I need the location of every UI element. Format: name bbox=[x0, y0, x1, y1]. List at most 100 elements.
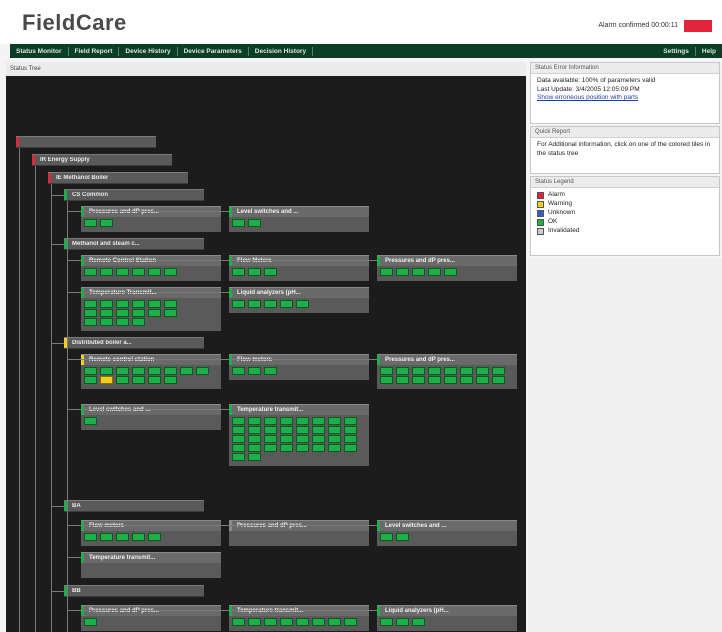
device-status-tile[interactable] bbox=[380, 376, 393, 384]
device-status-tile[interactable] bbox=[232, 426, 245, 434]
device-status-tile[interactable] bbox=[444, 367, 457, 375]
device-status-tile[interactable] bbox=[164, 367, 177, 375]
device-status-tile[interactable] bbox=[412, 268, 425, 276]
device-status-tile[interactable] bbox=[148, 300, 161, 308]
device-status-tile[interactable] bbox=[444, 376, 457, 384]
device-status-tile[interactable] bbox=[296, 426, 309, 434]
device-status-tile[interactable] bbox=[328, 435, 341, 443]
device-status-tile[interactable] bbox=[100, 219, 113, 227]
device-group-header[interactable]: Pressures and dP pres... bbox=[377, 354, 517, 365]
device-status-tile[interactable] bbox=[396, 376, 409, 384]
device-status-tile[interactable] bbox=[100, 367, 113, 375]
device-status-tile[interactable] bbox=[328, 417, 341, 425]
device-status-tile[interactable] bbox=[116, 309, 129, 317]
device-status-tile[interactable] bbox=[232, 300, 245, 308]
device-status-tile[interactable] bbox=[264, 417, 277, 425]
device-status-tile[interactable] bbox=[132, 309, 145, 317]
device-status-tile[interactable] bbox=[328, 444, 341, 452]
device-group-box[interactable]: Temperature transmit... bbox=[81, 552, 221, 578]
device-status-tile[interactable] bbox=[132, 300, 145, 308]
device-group-box[interactable]: Pressures and dP pres... bbox=[81, 206, 221, 232]
device-status-tile[interactable] bbox=[412, 376, 425, 384]
device-status-tile[interactable] bbox=[164, 376, 177, 384]
device-group-box[interactable]: Temperature Transmit... bbox=[81, 287, 221, 331]
tree-node[interactable]: CS Common bbox=[64, 189, 204, 201]
device-status-tile[interactable] bbox=[84, 618, 97, 626]
device-status-tile[interactable] bbox=[164, 300, 177, 308]
device-group-header[interactable]: Temperature transmit... bbox=[81, 552, 221, 563]
device-status-tile[interactable] bbox=[100, 268, 113, 276]
device-status-tile[interactable] bbox=[84, 376, 97, 384]
device-status-tile[interactable] bbox=[132, 367, 145, 375]
device-status-tile[interactable] bbox=[280, 444, 293, 452]
device-group-box[interactable]: Flow meters bbox=[81, 520, 221, 546]
device-status-tile[interactable] bbox=[296, 300, 309, 308]
device-status-tile[interactable] bbox=[132, 376, 145, 384]
device-group-box[interactable]: Liquid analyzers (pH... bbox=[377, 605, 517, 631]
device-status-tile[interactable] bbox=[248, 426, 261, 434]
device-status-tile[interactable] bbox=[116, 376, 129, 384]
nav-field-report[interactable]: Field Report bbox=[69, 46, 120, 56]
device-status-tile[interactable] bbox=[132, 533, 145, 541]
tree-node[interactable]: Distributed boiler a... bbox=[64, 337, 204, 349]
device-status-tile[interactable] bbox=[232, 367, 245, 375]
tree-node[interactable]: BB bbox=[64, 585, 204, 597]
device-status-tile[interactable] bbox=[248, 453, 261, 461]
device-status-tile[interactable] bbox=[84, 300, 97, 308]
device-status-tile[interactable] bbox=[280, 618, 293, 626]
device-group-header[interactable]: Pressures and dP pres... bbox=[377, 255, 517, 266]
device-status-tile[interactable] bbox=[380, 367, 393, 375]
device-status-tile[interactable] bbox=[396, 367, 409, 375]
device-status-tile[interactable] bbox=[264, 444, 277, 452]
device-status-tile[interactable] bbox=[312, 435, 325, 443]
device-status-tile[interactable] bbox=[232, 435, 245, 443]
alarm-indicator[interactable] bbox=[684, 20, 712, 32]
device-group-header[interactable]: Level switches and ... bbox=[377, 520, 517, 531]
device-status-tile[interactable] bbox=[460, 367, 473, 375]
show-erroneous-link[interactable]: Show erroneous position with parts bbox=[537, 94, 713, 103]
device-group-box[interactable]: Temperature transmit... bbox=[229, 605, 369, 631]
device-status-tile[interactable] bbox=[248, 300, 261, 308]
nav-device-history[interactable]: Device History bbox=[119, 46, 178, 56]
device-status-tile[interactable] bbox=[84, 367, 97, 375]
device-status-tile[interactable] bbox=[148, 309, 161, 317]
device-status-tile[interactable] bbox=[84, 309, 97, 317]
device-status-tile[interactable] bbox=[296, 618, 309, 626]
device-status-tile[interactable] bbox=[476, 367, 489, 375]
device-status-tile[interactable] bbox=[100, 376, 113, 384]
nav-settings[interactable]: Settings bbox=[657, 46, 696, 56]
tree-node[interactable]: BA bbox=[64, 500, 204, 512]
device-status-tile[interactable] bbox=[116, 300, 129, 308]
device-status-tile[interactable] bbox=[396, 533, 409, 541]
device-status-tile[interactable] bbox=[412, 618, 425, 626]
device-status-tile[interactable] bbox=[492, 367, 505, 375]
device-status-tile[interactable] bbox=[444, 268, 457, 276]
device-status-tile[interactable] bbox=[232, 219, 245, 227]
device-status-tile[interactable] bbox=[248, 618, 261, 626]
device-status-tile[interactable] bbox=[84, 318, 97, 326]
device-status-tile[interactable] bbox=[248, 367, 261, 375]
device-status-tile[interactable] bbox=[164, 268, 177, 276]
device-status-tile[interactable] bbox=[296, 444, 309, 452]
device-status-tile[interactable] bbox=[264, 367, 277, 375]
device-status-tile[interactable] bbox=[100, 309, 113, 317]
device-status-tile[interactable] bbox=[328, 426, 341, 434]
device-group-box[interactable]: Level switches and ... bbox=[81, 404, 221, 430]
nav-help[interactable]: Help bbox=[696, 47, 722, 56]
device-status-tile[interactable] bbox=[232, 453, 245, 461]
device-status-tile[interactable] bbox=[328, 618, 341, 626]
device-group-box[interactable]: Pressures and dP pres... bbox=[81, 605, 221, 631]
device-status-tile[interactable] bbox=[116, 318, 129, 326]
device-status-tile[interactable] bbox=[248, 219, 261, 227]
device-status-tile[interactable] bbox=[280, 426, 293, 434]
device-status-tile[interactable] bbox=[344, 444, 357, 452]
device-status-tile[interactable] bbox=[248, 268, 261, 276]
device-status-tile[interactable] bbox=[116, 268, 129, 276]
device-status-tile[interactable] bbox=[296, 417, 309, 425]
device-status-tile[interactable] bbox=[344, 417, 357, 425]
tree-node[interactable]: IR Energy Supply bbox=[32, 154, 172, 166]
device-status-tile[interactable] bbox=[248, 444, 261, 452]
device-status-tile[interactable] bbox=[264, 618, 277, 626]
device-status-tile[interactable] bbox=[100, 533, 113, 541]
device-group-box[interactable]: Flow Meters bbox=[229, 255, 369, 281]
